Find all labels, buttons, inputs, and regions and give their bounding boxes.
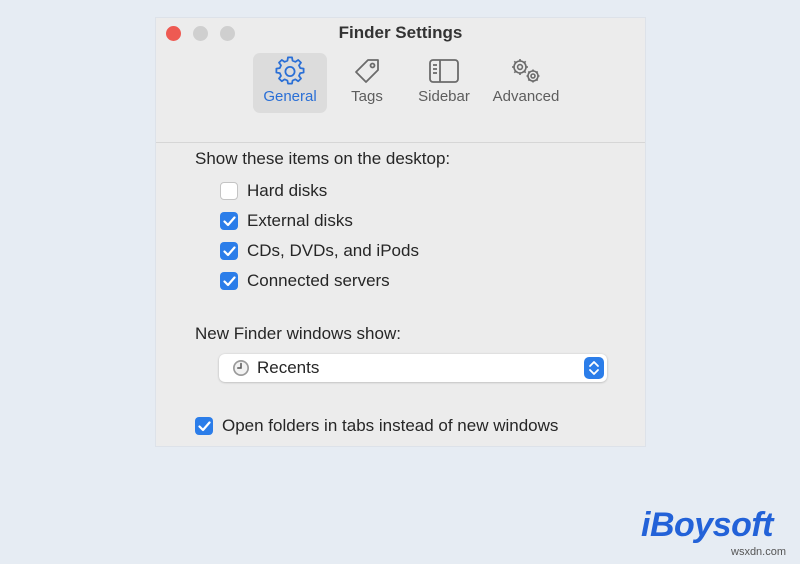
iboysoft-logo: iBoysoft bbox=[641, 506, 774, 544]
popup-stepper-button[interactable] bbox=[584, 357, 604, 379]
tab-general-label: General bbox=[263, 88, 317, 105]
watermark-text: wsxdn.com bbox=[731, 546, 787, 558]
checkmark-icon bbox=[197, 420, 211, 431]
checkbox-row-external-disks[interactable]: External disks bbox=[220, 210, 353, 232]
tab-advanced-label: Advanced bbox=[492, 88, 560, 105]
checkmark-icon bbox=[222, 245, 236, 256]
tab-sidebar[interactable]: Sidebar bbox=[406, 53, 482, 113]
title-bar: Finder Settings General Tags Sidebar Adv… bbox=[156, 18, 645, 143]
new-window-heading: New Finder windows show: bbox=[195, 324, 401, 343]
external-disks-checkbox[interactable] bbox=[220, 212, 238, 230]
window-title: Finder Settings bbox=[338, 23, 463, 42]
hard-disks-label: Hard disks bbox=[247, 181, 328, 200]
finder-settings-window: Finder Settings General Tags Sidebar Adv… bbox=[156, 18, 645, 446]
new-window-target-value: Recents bbox=[257, 358, 320, 377]
chevron-up-down-icon bbox=[589, 361, 599, 375]
tab-tags[interactable]: Tags bbox=[332, 53, 402, 113]
tab-sidebar-label: Sidebar bbox=[418, 88, 470, 105]
desktop-items-heading: Show these items on the desktop: bbox=[195, 149, 451, 168]
clock-icon bbox=[233, 360, 249, 376]
open-in-tabs-checkbox[interactable] bbox=[195, 417, 213, 435]
checkmark-icon bbox=[222, 215, 236, 226]
checkbox-row-cds-dvds-ipods[interactable]: CDs, DVDs, and iPods bbox=[220, 240, 419, 262]
hard-disks-checkbox[interactable] bbox=[220, 182, 238, 200]
open-in-tabs-label: Open folders in tabs instead of new wind… bbox=[222, 416, 559, 435]
tab-tags-label: Tags bbox=[351, 88, 383, 105]
tab-advanced[interactable]: Advanced bbox=[488, 53, 564, 113]
gears-icon bbox=[512, 59, 540, 83]
connected-servers-checkbox[interactable] bbox=[220, 272, 238, 290]
connected-servers-label: Connected servers bbox=[247, 271, 390, 290]
cds-dvds-ipods-checkbox[interactable] bbox=[220, 242, 238, 260]
cds-dvds-ipods-label: CDs, DVDs, and iPods bbox=[247, 241, 419, 260]
sidebar-icon bbox=[429, 59, 459, 83]
new-window-target-popup[interactable]: Recents bbox=[219, 354, 607, 382]
tag-icon bbox=[355, 59, 379, 83]
gear-icon bbox=[275, 56, 305, 85]
checkmark-icon bbox=[222, 275, 236, 286]
tab-general[interactable]: General bbox=[253, 53, 327, 113]
checkbox-row-open-in-tabs[interactable]: Open folders in tabs instead of new wind… bbox=[195, 415, 558, 437]
checkbox-row-connected-servers[interactable]: Connected servers bbox=[220, 270, 390, 292]
external-disks-label: External disks bbox=[247, 211, 353, 230]
checkbox-row-hard-disks[interactable]: Hard disks bbox=[220, 180, 327, 202]
